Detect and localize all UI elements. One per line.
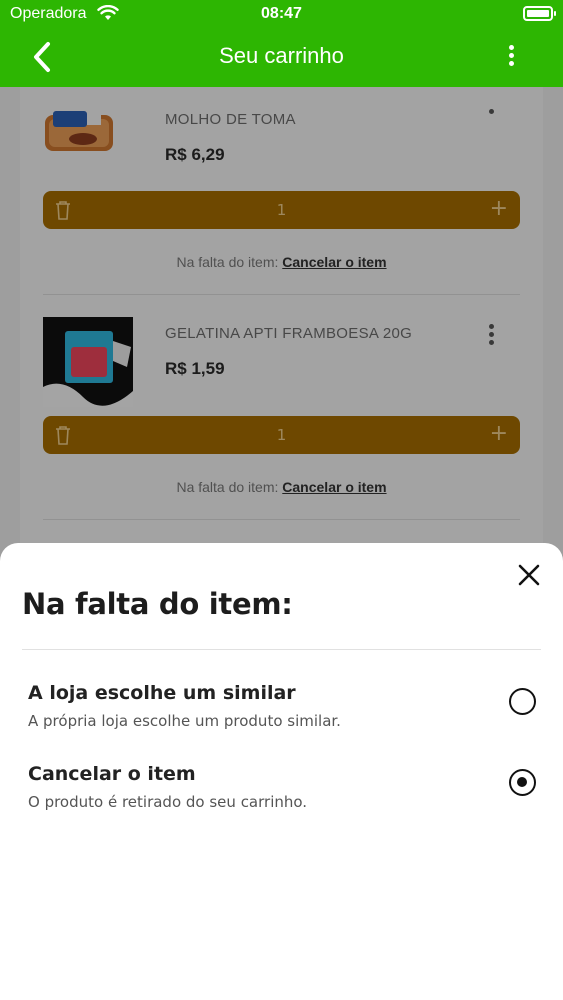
option-store-chooses-similar[interactable]: A loja escolhe um similar A própria loja… [0, 682, 563, 752]
sheet-title: Na falta do item: [22, 587, 293, 621]
page-title: Seu carrinho [219, 43, 344, 68]
close-icon[interactable] [517, 563, 541, 587]
navigation-bar: Seu carrinho [0, 28, 563, 87]
more-options-icon[interactable] [499, 45, 523, 71]
status-bar: Operadora 08:47 [0, 0, 563, 28]
divider [22, 649, 541, 650]
option-cancel-item[interactable]: Cancelar o item O produto é retirado do … [0, 763, 563, 833]
radio-button-unchecked[interactable] [509, 688, 536, 715]
battery-icon [523, 6, 556, 21]
status-time: 08:47 [261, 5, 302, 22]
option-description: A própria loja escolhe um produto simila… [28, 712, 341, 730]
shortage-bottom-sheet: Na falta do item: A loja escolhe um simi… [0, 543, 563, 1000]
radio-button-checked[interactable] [509, 769, 536, 796]
option-title: Cancelar o item [28, 763, 196, 785]
app-header: Operadora 08:47 Seu carrinho [0, 0, 563, 87]
option-title: A loja escolhe um similar [28, 682, 296, 704]
option-description: O produto é retirado do seu carrinho. [28, 793, 308, 811]
